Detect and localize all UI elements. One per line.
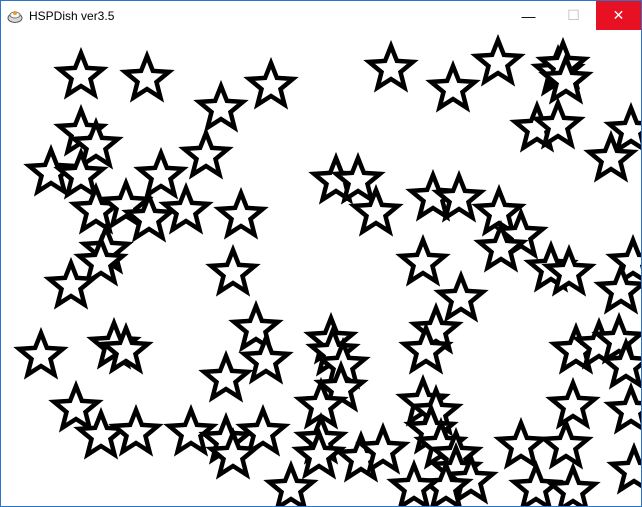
- minimize-icon: —: [521, 7, 536, 24]
- star-shape: [213, 186, 269, 240]
- star-shape: [433, 269, 489, 323]
- star-shape: [43, 256, 99, 310]
- star-shape: [228, 299, 284, 353]
- maximize-icon: ☐: [567, 7, 580, 23]
- star-shape: [119, 49, 175, 103]
- star-shape: [545, 376, 601, 430]
- star-shape: [603, 381, 641, 435]
- star-shape: [163, 403, 219, 457]
- star-shape: [133, 146, 189, 200]
- star-shape: [348, 183, 404, 237]
- maximize-button[interactable]: ☐: [551, 1, 596, 30]
- app-window: HSPDish ver3.5 — ☐ ✕: [0, 0, 642, 507]
- close-icon: ✕: [612, 7, 625, 23]
- star-shape: [178, 126, 234, 180]
- star-shape: [470, 33, 526, 87]
- star-canvas[interactable]: [1, 30, 641, 506]
- star-shape: [53, 46, 109, 100]
- star-shape: [538, 416, 594, 470]
- window-title: HSPDish ver3.5: [29, 8, 115, 23]
- star-shape: [243, 56, 299, 110]
- star-shape: [13, 326, 69, 380]
- star-shape: [425, 59, 481, 113]
- star-shape: [493, 416, 549, 470]
- star-shape: [205, 243, 261, 297]
- star-shape: [198, 349, 254, 403]
- hsp-dish-app-icon: [7, 10, 23, 23]
- window-controls: — ☐ ✕: [506, 1, 641, 30]
- star-shape: [193, 79, 249, 133]
- star-shape: [606, 441, 641, 495]
- title-bar[interactable]: HSPDish ver3.5 — ☐ ✕: [1, 1, 641, 30]
- star-shape: [363, 39, 419, 93]
- minimize-button[interactable]: —: [506, 1, 551, 30]
- star-shape: [545, 461, 601, 506]
- star-shape: [48, 379, 104, 433]
- star-shape: [108, 403, 164, 457]
- star-shape: [395, 233, 451, 287]
- canvas-area[interactable]: [1, 30, 641, 506]
- star-shape: [235, 403, 291, 457]
- close-button[interactable]: ✕: [596, 1, 641, 30]
